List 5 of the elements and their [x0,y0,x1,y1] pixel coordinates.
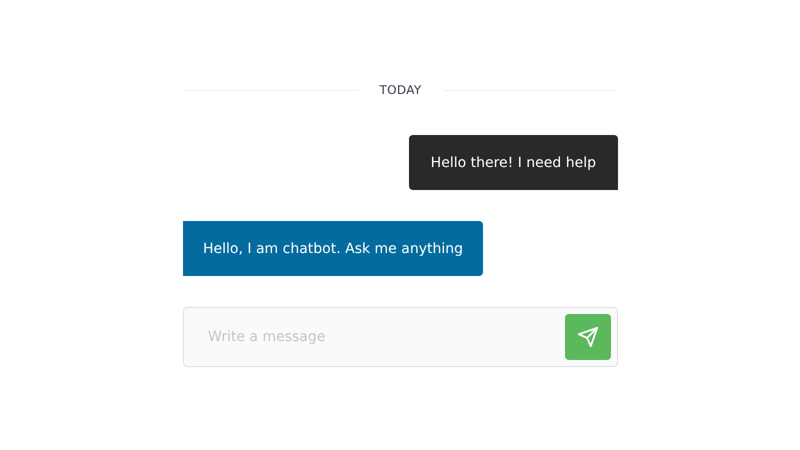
send-button[interactable] [565,314,611,360]
send-icon [577,326,599,348]
date-divider-label: TODAY [380,83,422,97]
bot-message-bubble: Hello, I am chatbot. Ask me anything [183,221,483,276]
user-message-bubble: Hello there! I need help [408,135,618,190]
